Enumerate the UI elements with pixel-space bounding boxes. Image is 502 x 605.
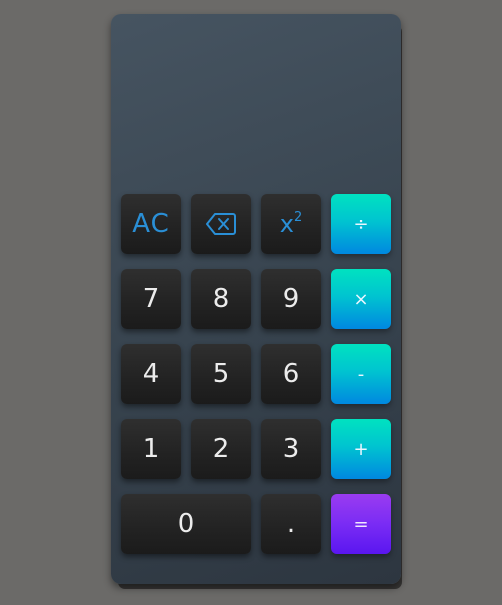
digit-0-label: 0 bbox=[177, 509, 195, 539]
digit-9-label: 9 bbox=[282, 284, 300, 314]
digit-1-label: 1 bbox=[142, 434, 160, 464]
digit-8-label: 8 bbox=[212, 284, 230, 314]
equals-button-label: = bbox=[353, 513, 369, 535]
digit-2-label: 2 bbox=[212, 434, 230, 464]
plus-button-label: + bbox=[353, 438, 369, 460]
multiply-button[interactable]: × bbox=[331, 269, 391, 329]
clear-button-label: AC bbox=[132, 209, 170, 239]
digit-6-label: 6 bbox=[282, 359, 300, 389]
digit-1-button[interactable]: 1 bbox=[121, 419, 181, 479]
digit-5-button[interactable]: 5 bbox=[191, 344, 251, 404]
calculator-display bbox=[121, 24, 391, 190]
divide-button[interactable]: ÷ bbox=[331, 194, 391, 254]
digit-7-label: 7 bbox=[142, 284, 160, 314]
square-button[interactable]: x2 bbox=[261, 194, 321, 254]
square-base: x bbox=[279, 210, 294, 238]
decimal-label: . bbox=[286, 509, 296, 539]
square-exponent: 2 bbox=[293, 210, 303, 225]
digit-4-button[interactable]: 4 bbox=[121, 344, 181, 404]
digit-3-button[interactable]: 3 bbox=[261, 419, 321, 479]
digit-5-label: 5 bbox=[212, 359, 230, 389]
minus-button-label: - bbox=[357, 363, 365, 385]
equals-button[interactable]: = bbox=[331, 494, 391, 554]
clear-button[interactable]: AC bbox=[121, 194, 181, 254]
digit-7-button[interactable]: 7 bbox=[121, 269, 181, 329]
calculator-body: AC x2 ÷ 7 8 9 × 4 5 6 - 1 2 3 + 0 . = bbox=[111, 14, 401, 584]
digit-3-label: 3 bbox=[282, 434, 300, 464]
digit-4-label: 4 bbox=[142, 359, 160, 389]
square-button-label: x2 bbox=[280, 210, 302, 238]
backspace-icon bbox=[206, 212, 236, 236]
digit-9-button[interactable]: 9 bbox=[261, 269, 321, 329]
divide-button-label: ÷ bbox=[353, 213, 369, 235]
backspace-button[interactable] bbox=[191, 194, 251, 254]
multiply-button-label: × bbox=[353, 288, 369, 310]
digit-8-button[interactable]: 8 bbox=[191, 269, 251, 329]
plus-button[interactable]: + bbox=[331, 419, 391, 479]
decimal-button[interactable]: . bbox=[261, 494, 321, 554]
minus-button[interactable]: - bbox=[331, 344, 391, 404]
digit-6-button[interactable]: 6 bbox=[261, 344, 321, 404]
digit-0-button[interactable]: 0 bbox=[121, 494, 251, 554]
digit-2-button[interactable]: 2 bbox=[191, 419, 251, 479]
